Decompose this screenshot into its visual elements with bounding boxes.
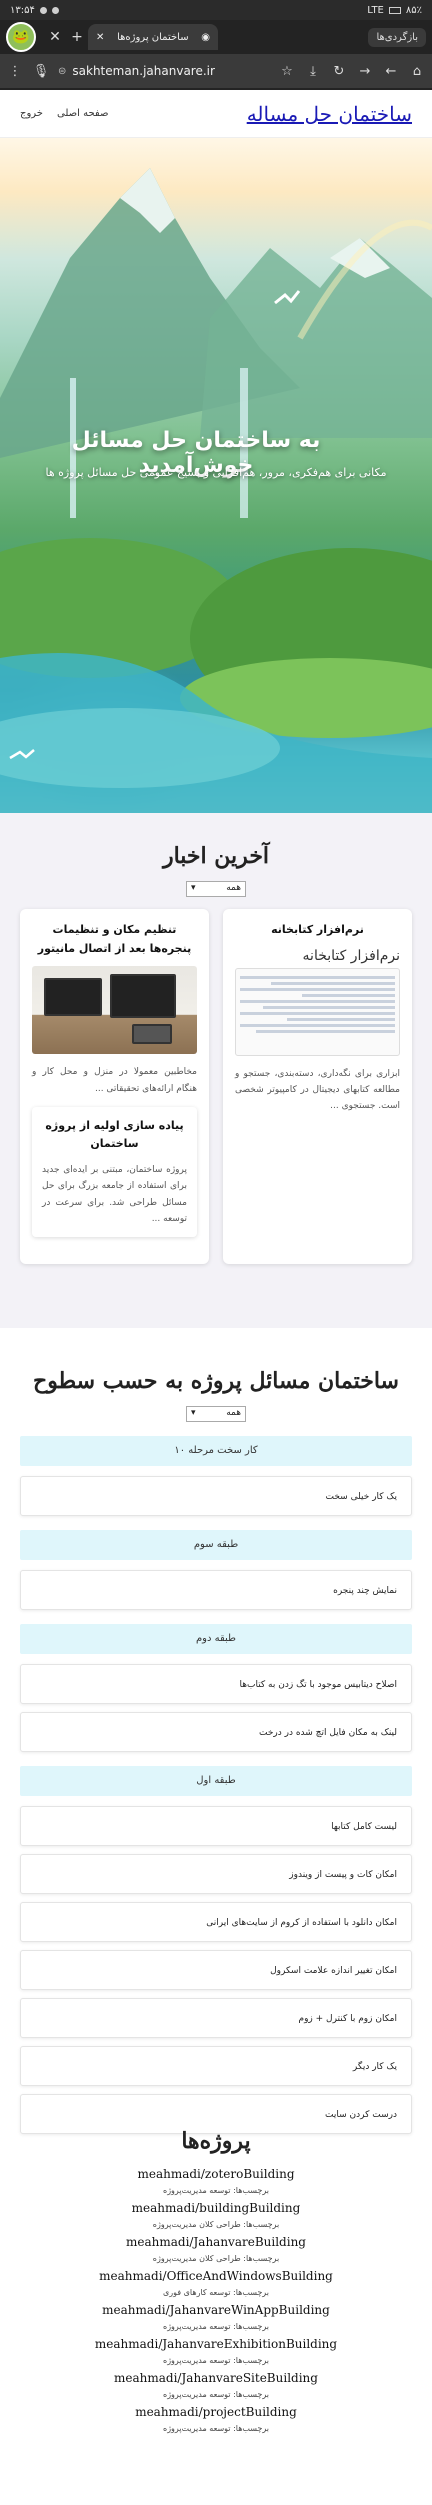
browser-chrome: 🐸 ✕ + ✕ ساختمان پروژه‌ها ◉ بازگردی‌ها ⋮ … — [0, 20, 432, 90]
level-item[interactable]: امکان دانلود با استفاده از کروم از سایت‌… — [20, 1902, 412, 1942]
tab-active[interactable]: ✕ ساختمان پروژه‌ها ◉ — [88, 24, 218, 50]
levels-title: ساختمان مسائل پروژه به حسب سطوح — [33, 1368, 399, 1394]
site-info-icon[interactable]: ⊜ — [58, 66, 66, 77]
level-item[interactable]: امکان زوم با کنترل + زوم — [20, 1998, 412, 2038]
status-time: ۱۳:۵۴ — [10, 4, 35, 16]
library-screenshot-caption: نرم‌افزار کتابخانه — [302, 947, 400, 964]
news-subcard-title: پیاده سازی اولیه از پروژه ساختمان — [45, 1118, 184, 1151]
hero-banner: به ساختمان حل مسائل خوش‌آمدید مکانی برای… — [0, 138, 432, 813]
notification-icon — [39, 6, 47, 14]
levels-filter-value: همه — [226, 1408, 241, 1418]
new-tab-icon[interactable]: + — [66, 29, 88, 45]
news-title: آخرین اخبار — [162, 843, 270, 869]
news-card-text: ابزاری برای نگه‌داری، دسته‌بندی، جستجو و… — [235, 1068, 400, 1112]
project-link[interactable]: meahmadi/OfficeAndWindowsBuilding — [20, 2268, 412, 2284]
level-item[interactable]: یک کار دیگر — [20, 2046, 412, 2086]
news-filter-value: همه — [226, 883, 241, 893]
levels-section: ساختمان مسائل پروژه به حسب سطوح همه کار … — [0, 1328, 432, 2134]
close-icon[interactable]: ✕ — [44, 29, 66, 45]
nav-logout-link[interactable]: خروج — [20, 108, 43, 119]
project-tags: برچسب‌ها: توسعه مدیریت‌پروژه — [163, 2356, 269, 2365]
url-text: sakhteman.jahanvare.ir — [72, 64, 215, 78]
library-screenshot-image — [235, 967, 400, 1056]
url-bar: ⋮ 🎙 ⊜ sakhteman.jahanvare.ir ☆ ⤓ ↻ → ← ⌂ — [0, 54, 432, 88]
news-section: آخرین اخبار همه نرم‌افزار کتابخانه نرم‌ا… — [0, 813, 432, 1328]
level-item[interactable]: نمایش چند پنجره — [20, 1570, 412, 1610]
home-icon[interactable]: ⌂ — [408, 64, 426, 79]
project-link[interactable]: meahmadi/zoteroBuilding — [20, 2166, 412, 2182]
tab-title: ساختمان پروژه‌ها — [117, 31, 189, 43]
level-item[interactable]: لیست کامل کتابها — [20, 1806, 412, 1846]
site-title-link[interactable]: ساختمان حل مساله — [247, 102, 412, 126]
status-bar: ۱۳:۵۴ LTE ۸۵٪ — [0, 0, 432, 20]
forward-icon[interactable]: → — [356, 64, 374, 79]
site-header: ساختمان حل مساله صفحه اصلی خروج — [0, 90, 432, 138]
desk-monitors-image — [32, 966, 197, 1055]
level-item[interactable]: لینک به مکان فایل اتچ شده در درخت — [20, 1712, 412, 1752]
star-icon[interactable]: ☆ — [278, 64, 296, 79]
tab-groups-label[interactable]: بازگردی‌ها — [368, 27, 426, 47]
close-tab-icon[interactable]: ✕ — [96, 32, 104, 43]
news-card-text: مخاطبین معمولا در منزل و محل کار و هنگام… — [32, 1067, 197, 1094]
levels-filter-select[interactable]: همه — [186, 1406, 246, 1422]
microphone-icon[interactable]: 🎙 — [32, 64, 50, 79]
network-label: LTE — [367, 4, 384, 16]
news-card-title: نرم‌افزار کتابخانه — [271, 923, 364, 936]
project-link[interactable]: meahmadi/JahanvareBuilding — [20, 2234, 412, 2250]
project-tags: برچسب‌ها: توسعه مدیریت‌پروژه — [163, 2322, 269, 2331]
project-tags: برچسب‌ها: توسعه مدیریت‌پروژه — [163, 2424, 269, 2433]
project-link[interactable]: meahmadi/projectBuilding — [20, 2404, 412, 2420]
site-favicon-icon: ◉ — [201, 31, 210, 43]
project-tags: برچسب‌ها: توسعه مدیریت‌پروژه — [163, 2186, 269, 2195]
news-subcard-text: پروژه ساختمان، مبتنی بر ایده‌ای جدید برا… — [42, 1165, 187, 1224]
level-heading[interactable]: طبقه اول — [20, 1766, 412, 1796]
project-tags: برچسب‌ها: توسعه کارهای فوری — [163, 2288, 269, 2297]
news-subcard[interactable]: پیاده سازی اولیه از پروژه ساختمان پروژه … — [32, 1106, 197, 1237]
project-tags: برچسب‌ها: طراحی کلان مدیریت‌پروژه — [152, 2220, 280, 2229]
project-tags: برچسب‌ها: طراحی کلان مدیریت‌پروژه — [152, 2254, 280, 2263]
level-heading[interactable]: کار سخت مرحله ۱۰ — [20, 1436, 412, 1466]
hero-subtitle: مکانی برای هم‌فکری، مرور، هم‌افزایی و بس… — [45, 466, 387, 479]
notification-icon — [51, 6, 59, 14]
level-heading[interactable]: طبقه سوم — [20, 1530, 412, 1560]
project-link[interactable]: meahmadi/JahanvareExhibitionBuilding — [20, 2336, 412, 2352]
news-cards: نرم‌افزار کتابخانه نرم‌افزار کتابخانه اب… — [20, 909, 412, 1264]
news-card-monitor[interactable]: تنظیم مکان و تنظیمات پنجره‌ها بعد از اتص… — [20, 909, 209, 1264]
level-item[interactable]: امکان کات و پیست از ویندوز — [20, 1854, 412, 1894]
project-tags: برچسب‌ها: توسعه مدیریت‌پروژه — [163, 2390, 269, 2399]
download-icon[interactable]: ⤓ — [304, 64, 322, 79]
reload-icon[interactable]: ↻ — [330, 64, 348, 79]
news-card-title: تنظیم مکان و تنظیمات پنجره‌ها بعد از اتص… — [37, 923, 192, 955]
project-link[interactable]: meahmadi/JahanvareWinAppBuilding — [20, 2302, 412, 2318]
nav-home-link[interactable]: صفحه اصلی — [57, 108, 108, 119]
news-filter-select[interactable]: همه — [186, 881, 246, 897]
level-heading[interactable]: طبقه دوم — [20, 1624, 412, 1654]
level-item[interactable]: اصلاح دیتابیس موجود با تگ زدن به کتاب‌ها — [20, 1664, 412, 1704]
tab-strip: 🐸 ✕ + ✕ ساختمان پروژه‌ها ◉ بازگردی‌ها — [0, 20, 432, 54]
news-card-library[interactable]: نرم‌افزار کتابخانه نرم‌افزار کتابخانه اب… — [223, 909, 412, 1264]
battery-level: ۸۵٪ — [405, 4, 422, 16]
project-link[interactable]: meahmadi/JahanvareSiteBuilding — [20, 2370, 412, 2386]
battery-icon — [388, 6, 401, 14]
project-link[interactable]: meahmadi/buildingBuilding — [20, 2200, 412, 2216]
menu-dots-icon[interactable]: ⋮ — [6, 64, 24, 79]
site-nav: صفحه اصلی خروج — [20, 108, 108, 119]
back-icon[interactable]: ← — [382, 64, 400, 79]
level-item[interactable]: امکان تغییر اندازه علامت اسکرول — [20, 1950, 412, 1990]
address-field[interactable]: ⊜ sakhteman.jahanvare.ir — [58, 64, 270, 78]
projects-section: پروژه‌ها meahmadi/zoteroBuilding برچسب‌ه… — [0, 2088, 432, 2438]
frog-avatar-icon[interactable]: 🐸 — [6, 22, 36, 52]
level-item[interactable]: یک کار خیلی سخت — [20, 1476, 412, 1516]
